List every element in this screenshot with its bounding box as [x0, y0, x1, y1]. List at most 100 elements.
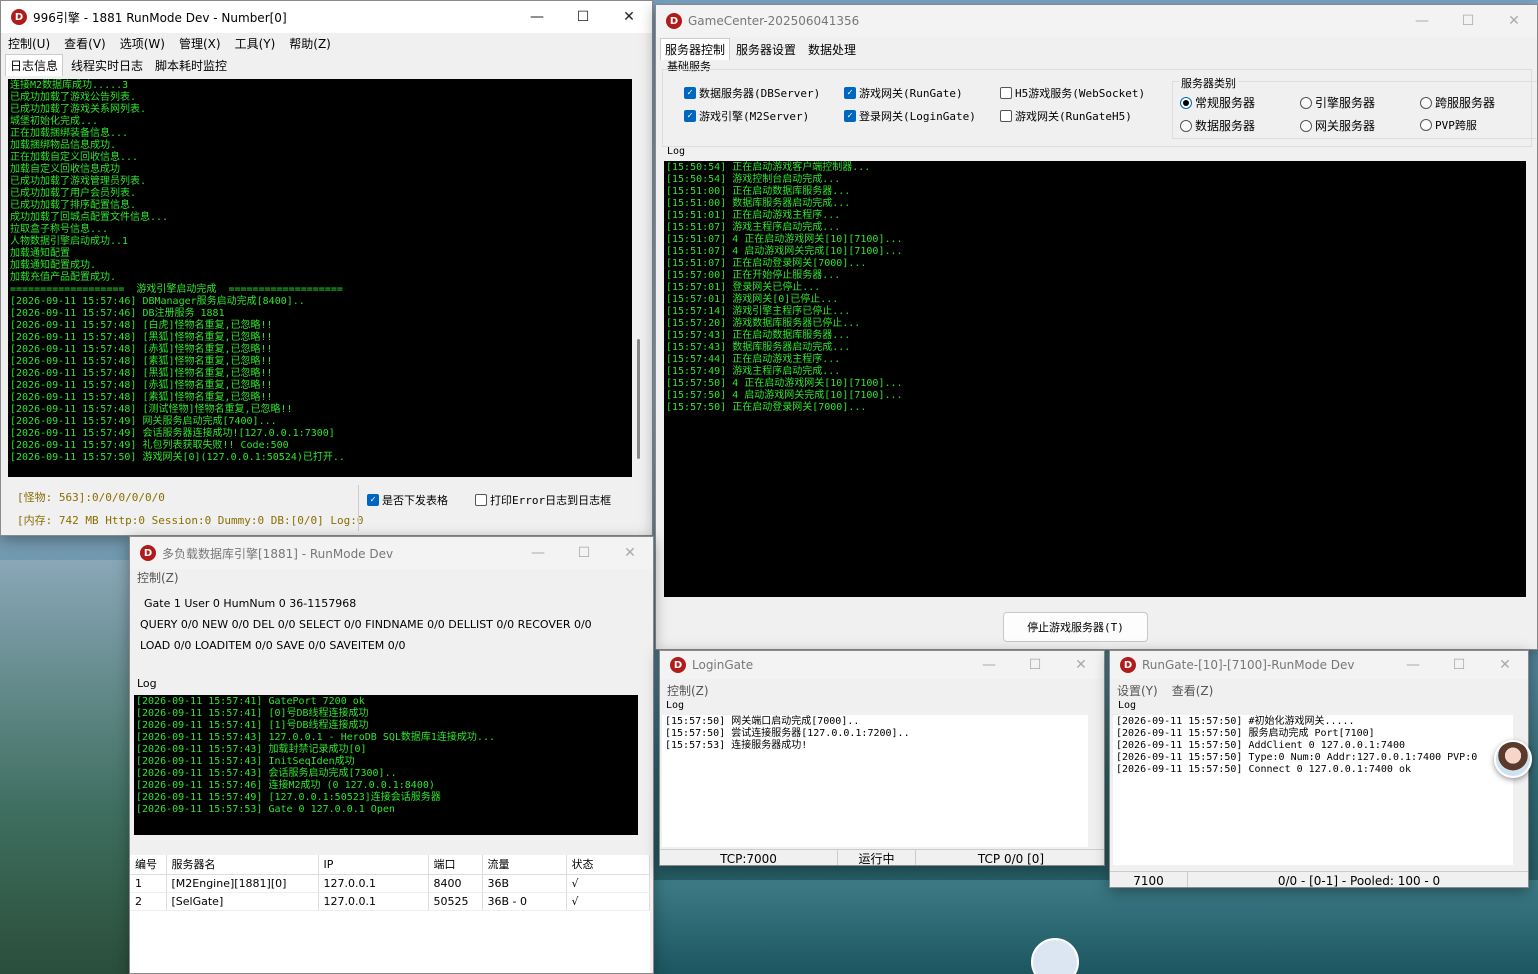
- table-row[interactable]: 2 [SelGate] 127.0.0.1 50525 36B - 0 √: [130, 892, 650, 911]
- col-status[interactable]: 状态: [566, 855, 650, 875]
- menu-options[interactable]: 选项(W): [113, 35, 172, 52]
- log-line: 人物数据引擎启动成功..1: [10, 236, 129, 247]
- log-line: [15:51:00] 正在启动数据库服务器...: [666, 186, 851, 197]
- maximize-icon[interactable]: ☐: [1012, 651, 1058, 681]
- minimize-icon[interactable]: —: [1390, 651, 1436, 681]
- logingate-log[interactable]: [15:57:50] 网关端口启动完成[7000].. [15:57:50] 尝试…: [662, 715, 1089, 847]
- close-icon[interactable]: ✕: [1058, 651, 1104, 681]
- status-tcp: TCP 0/0 [0]: [977, 851, 1045, 866]
- rungate-checkbox[interactable]: ✓ 游戏网关(RunGate): [844, 85, 963, 101]
- type-data-radio[interactable]: 数据服务器: [1180, 117, 1255, 134]
- menu-help[interactable]: 帮助(Z): [282, 35, 338, 52]
- db-engine-titlebar[interactable]: D 多负载数据库引擎[1881] - RunMode Dev — ☐ ✕: [130, 537, 653, 569]
- table-row[interactable]: 1 [M2Engine][1881][0] 127.0.0.1 8400 36B…: [130, 874, 650, 893]
- log-line: [15:57:43] 数据库服务器启动完成...: [666, 342, 851, 353]
- log-line: [2026-09-11 15:57:46] DB注册服务 1881: [10, 308, 225, 319]
- log-scrollbar[interactable]: [1088, 715, 1102, 847]
- server-type-label: 服务器类别: [1179, 75, 1238, 91]
- log-line: [15:51:07] 4 启动游戏网关完成[10][7100]...: [666, 246, 903, 257]
- dbserver-checkbox[interactable]: ✓ 数据服务器(DBServer): [684, 85, 820, 101]
- rungate-log[interactable]: [2026-09-11 15:57:50] #初始化游戏网关..... [2026…: [1113, 715, 1513, 865]
- log-scrollbar[interactable]: [1513, 715, 1527, 865]
- menu-manage[interactable]: 管理(X): [172, 35, 228, 52]
- m2server-checkbox[interactable]: ✓ 游戏引擎(M2Server): [684, 108, 809, 124]
- tab-server-settings[interactable]: 服务器设置: [732, 39, 800, 60]
- log-scrollbar[interactable]: [1527, 161, 1537, 597]
- log-line: [15:50:54] 正在启动游戏客户端控制器...: [666, 162, 871, 173]
- logingate-window: D LoginGate — ☐ ✕ 控制(Z) Log [15:57:50] 网…: [659, 650, 1105, 866]
- maximize-icon[interactable]: ☐: [1436, 651, 1482, 681]
- stop-server-button[interactable]: 停止游戏服务器(T): [1003, 612, 1148, 642]
- window-title: 多负载数据库引擎[1881] - RunMode Dev: [162, 546, 394, 561]
- h5-websocket-checkbox[interactable]: H5游戏服务(WebSocket): [1000, 85, 1145, 101]
- minimize-icon[interactable]: —: [514, 1, 560, 33]
- log-label: Log: [667, 146, 686, 157]
- log-line: [15:57:49] 游戏主程序启动完成...: [666, 366, 841, 377]
- print-error-label: 打印Error日志到日志框: [490, 494, 612, 507]
- logingate-checkbox[interactable]: ✓ 登录网关(LoginGate): [844, 108, 976, 124]
- col-port[interactable]: 端口: [428, 855, 483, 875]
- status-port: 7100: [1110, 872, 1188, 887]
- tab-log-info[interactable]: 日志信息: [5, 54, 64, 76]
- col-server-name[interactable]: 服务器名: [166, 855, 319, 875]
- menu-view[interactable]: 查看(V): [57, 35, 113, 52]
- type-gateway-radio[interactable]: 网关服务器: [1300, 117, 1375, 134]
- log-line: [2026-09-11 15:57:46] 连接M2成功 (0 127.0.0.…: [136, 780, 435, 791]
- type-pvp-radio[interactable]: PVP跨服: [1420, 117, 1477, 133]
- log-line: [15:57:01] 游戏网关[0]已停止...: [666, 294, 839, 305]
- m2server-label: 游戏引擎(M2Server): [699, 110, 810, 123]
- rungate-h5-checkbox[interactable]: 游戏网关(RunGateH5): [1000, 108, 1132, 124]
- gamecenter-log-console[interactable]: [15:50:54] 正在启动游戏客户端控制器... [15:50:54] 游戏控…: [664, 161, 1526, 597]
- minimize-icon[interactable]: —: [966, 651, 1012, 681]
- type-regular-radio[interactable]: 常规服务器: [1180, 94, 1255, 111]
- log-line: =================== 游戏引擎启动完成 ===========…: [10, 284, 343, 295]
- log-line: [2026-09-11 15:57:48] [测试怪物]怪物名重复,已忽略!!: [10, 404, 293, 415]
- print-error-checkbox[interactable]: 打印Error日志到日志框: [475, 492, 611, 508]
- minimize-icon[interactable]: —: [1399, 5, 1445, 37]
- status-bar: TCP:7000 运行中 TCP 0/0 [0]: [660, 849, 1104, 866]
- rungate-titlebar[interactable]: D RunGate-[10]-[7100]-RunMode Dev — ☐ ✕: [1110, 651, 1528, 679]
- engine-titlebar[interactable]: D 996引擎 - 1881 RunMode Dev - Number[0] —…: [1, 1, 652, 33]
- tab-server-control[interactable]: 服务器控制: [660, 38, 731, 60]
- send-table-checkbox[interactable]: ✓ 是否下发表格: [367, 492, 448, 508]
- maximize-icon[interactable]: ☐: [1445, 5, 1491, 37]
- rungate-label: 游戏网关(RunGate): [859, 87, 963, 100]
- cell-ip: 127.0.0.1: [318, 892, 429, 911]
- load-stats: LOAD 0/0 LOADITEM 0/0 SAVE 0/0 SAVEITEM …: [140, 639, 406, 652]
- menu-control[interactable]: 控制(Z): [660, 682, 716, 699]
- gamecenter-titlebar[interactable]: D GameCenter-202506041356 — ☐ ✕: [656, 5, 1537, 37]
- close-icon[interactable]: ✕: [606, 1, 652, 33]
- close-icon[interactable]: ✕: [607, 537, 653, 569]
- menu-control[interactable]: 控制(U): [1, 35, 57, 52]
- minimize-icon[interactable]: —: [515, 537, 561, 569]
- tab-thread-log[interactable]: 线程实时日志: [67, 55, 147, 76]
- menu-bar: 控制(U) 查看(V) 选项(W) 管理(X) 工具(Y) 帮助(Z): [1, 33, 652, 53]
- maximize-icon[interactable]: ☐: [561, 537, 607, 569]
- menu-view[interactable]: 查看(Z): [1165, 682, 1221, 699]
- type-engine-radio[interactable]: 引擎服务器: [1300, 94, 1375, 111]
- col-ip[interactable]: IP: [318, 855, 429, 875]
- col-id[interactable]: 编号: [130, 855, 167, 875]
- type-cross-radio[interactable]: 跨服服务器: [1420, 94, 1495, 111]
- menu-control[interactable]: 控制(Z): [130, 569, 186, 586]
- logingate-titlebar[interactable]: D LoginGate — ☐ ✕: [660, 651, 1104, 679]
- query-stats: QUERY 0/0 NEW 0/0 DEL 0/0 SELECT 0/0 FIN…: [140, 618, 592, 631]
- log-line: [15:57:50] 网关端口启动完成[7000]..: [665, 716, 860, 727]
- menu-settings[interactable]: 设置(Y): [1110, 682, 1165, 699]
- col-traffic[interactable]: 流量: [482, 855, 567, 875]
- log-scrollbar[interactable]: [633, 79, 647, 477]
- log-line: 加载充值产品配置成功.: [10, 272, 117, 283]
- radio-icon: [1300, 119, 1312, 132]
- db-log-console[interactable]: [2026-09-11 15:57:41] GatePort 7200 ok [2…: [134, 695, 638, 835]
- tab-data-processing[interactable]: 数据处理: [804, 39, 860, 60]
- tab-script-timing[interactable]: 脚本耗时监控: [151, 55, 231, 76]
- logingate-label: 登录网关(LoginGate): [859, 110, 976, 123]
- assistant-avatar-icon[interactable]: [1494, 740, 1532, 778]
- engine-log-console[interactable]: 连接M2数据库成功.....3 已成功加载了游戏公告列表. 已成功加载了游戏关系网列…: [8, 79, 632, 477]
- close-icon[interactable]: ✕: [1482, 651, 1528, 681]
- maximize-icon[interactable]: ☐: [560, 1, 606, 33]
- menu-tools[interactable]: 工具(Y): [228, 35, 283, 52]
- log-line: [15:51:07] 游戏主程序启动完成...: [666, 222, 841, 233]
- log-line: [15:57:44] 正在启动游戏主程序...: [666, 354, 841, 365]
- close-icon[interactable]: ✕: [1491, 5, 1537, 37]
